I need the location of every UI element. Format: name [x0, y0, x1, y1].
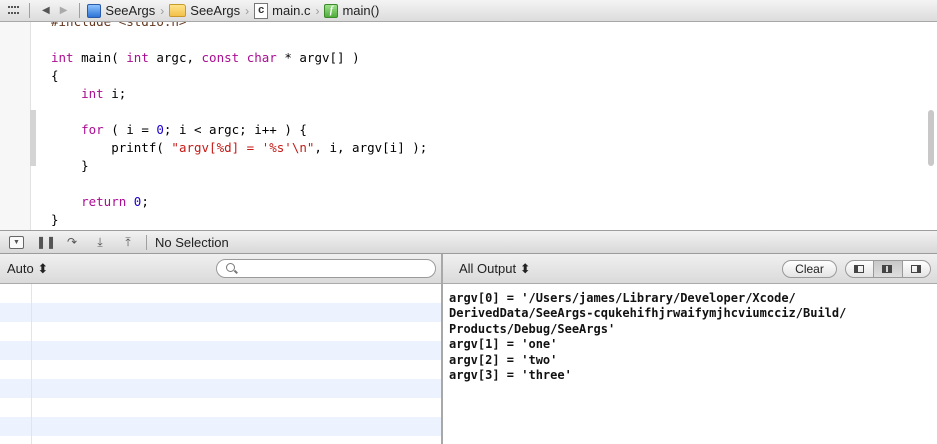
forward-arrow-icon[interactable]: ▶	[60, 5, 68, 16]
code-token: , i, argv[i] );	[314, 140, 428, 155]
step-out-icon[interactable]: ⤒	[120, 235, 136, 250]
jump-bar: ◀ ▶ SeeArgs › SeeArgs › c main.c › f mai…	[0, 0, 937, 22]
breadcrumb-chevron-icon: ›	[315, 3, 320, 18]
divider	[29, 3, 30, 18]
console-text: argv[0] = '/Users/james/Library/Develope…	[449, 291, 847, 383]
hide-debug-area-button[interactable]: ▼	[9, 235, 24, 249]
variables-scope-popup[interactable]: Auto ⬍	[7, 261, 48, 277]
code-line[interactable]: #include <stdio.h>	[51, 22, 427, 31]
variables-list[interactable]	[0, 284, 441, 444]
variables-toolbar: Auto ⬍	[0, 254, 441, 284]
code-token: int	[51, 50, 74, 65]
xcode-project-icon	[87, 3, 102, 18]
show-both-panes-button[interactable]	[873, 261, 902, 277]
breadcrumb-label: SeeArgs	[105, 3, 156, 18]
console-toolbar: All Output ⬍ Clear	[443, 254, 937, 284]
editor-scrollbar[interactable]	[928, 110, 934, 166]
code-line[interactable]: return 0;	[51, 193, 427, 211]
breadcrumb-project[interactable]: SeeArgs	[87, 3, 155, 18]
related-items-icon[interactable]	[8, 5, 22, 16]
clear-button[interactable]: Clear	[782, 260, 837, 278]
breadcrumb-function[interactable]: f main()	[324, 3, 379, 18]
divider	[79, 3, 81, 18]
view-toggle-segmented[interactable]	[845, 260, 931, 278]
search-input[interactable]	[216, 259, 436, 278]
search-icon	[226, 263, 235, 272]
code-token: "argv[%d] = '%s'\n"	[171, 140, 315, 155]
code-token: ; i < argc; i++ ) {	[163, 122, 307, 137]
code-token: {	[51, 68, 59, 83]
breadcrumb-chevron-icon: ›	[160, 3, 165, 18]
left-pane-icon	[854, 265, 864, 273]
code-token: ;	[141, 194, 149, 209]
breadcrumb-chevron-icon: ›	[245, 3, 250, 18]
code-token: * argv[] )	[276, 50, 360, 65]
code-token: const	[201, 50, 240, 65]
source-editor[interactable]: #include <stdio.h> int main( int argc, c…	[0, 22, 937, 230]
breadcrumb-label: main.c	[272, 3, 311, 18]
thread-selector[interactable]: No Selection	[155, 235, 229, 250]
right-pane-icon	[910, 265, 921, 273]
output-filter-popup[interactable]: All Output ⬍	[459, 261, 531, 277]
pause-icon[interactable]: ❚❚	[36, 235, 56, 249]
code-token: 0	[156, 122, 164, 137]
code-line[interactable]: for ( i = 0; i < argc; i++ ) {	[51, 121, 427, 139]
code-line[interactable]: int main( int argc, const char * argv[] …	[51, 49, 427, 67]
divider	[146, 234, 147, 250]
code-token: return	[81, 194, 127, 209]
both-panes-icon	[882, 265, 893, 273]
code-token: int	[81, 86, 104, 101]
code-line[interactable]	[51, 103, 427, 121]
code-line[interactable]: {	[51, 67, 427, 85]
function-icon: f	[324, 3, 339, 18]
breadcrumb-file[interactable]: c main.c	[254, 2, 311, 19]
step-into-icon[interactable]: ⤓	[92, 235, 108, 250]
code-line[interactable]: }	[51, 157, 427, 175]
code-token: char	[246, 50, 277, 65]
code-token: main(	[73, 50, 127, 65]
code-token: }	[51, 158, 89, 173]
breadcrumb-label: SeeArgs	[190, 3, 241, 18]
code-line[interactable]	[51, 175, 427, 193]
debug-bar: ▼ ❚❚ ↷ ⤓ ⤒ No Selection	[0, 230, 937, 254]
code-token: i;	[103, 86, 127, 101]
show-console-only-button[interactable]	[901, 261, 930, 277]
code-token: argc,	[148, 50, 202, 65]
code-text[interactable]: #include <stdio.h> int main( int argc, c…	[51, 22, 427, 229]
code-line[interactable]: }	[51, 211, 427, 229]
code-token: printf(	[51, 140, 172, 155]
back-arrow-icon[interactable]: ◀	[42, 5, 50, 16]
show-variables-only-button[interactable]	[846, 261, 873, 277]
code-token: for	[81, 122, 104, 137]
code-line[interactable]: int i;	[51, 85, 427, 103]
code-line[interactable]: printf( "argv[%d] = '%s'\n", i, argv[i] …	[51, 139, 427, 157]
console-output[interactable]: argv[0] = '/Users/james/Library/Develope…	[443, 284, 937, 444]
step-over-icon[interactable]: ↷	[64, 235, 80, 249]
code-folding-ribbon[interactable]	[30, 110, 36, 166]
c-file-icon: c	[254, 2, 269, 19]
code-token: ( i =	[103, 122, 157, 137]
line-gutter[interactable]	[0, 22, 31, 230]
breadcrumb-label: main()	[342, 3, 380, 18]
code-line[interactable]	[51, 31, 427, 49]
code-token: }	[51, 212, 59, 227]
code-token: #include <stdio.h>	[51, 22, 186, 29]
code-token: int	[126, 50, 149, 65]
debug-area: Auto ⬍ All Output ⬍ Clear argv[0] = '/Us…	[0, 254, 937, 444]
folder-icon	[169, 4, 187, 17]
breadcrumb-group[interactable]: SeeArgs	[169, 3, 240, 18]
